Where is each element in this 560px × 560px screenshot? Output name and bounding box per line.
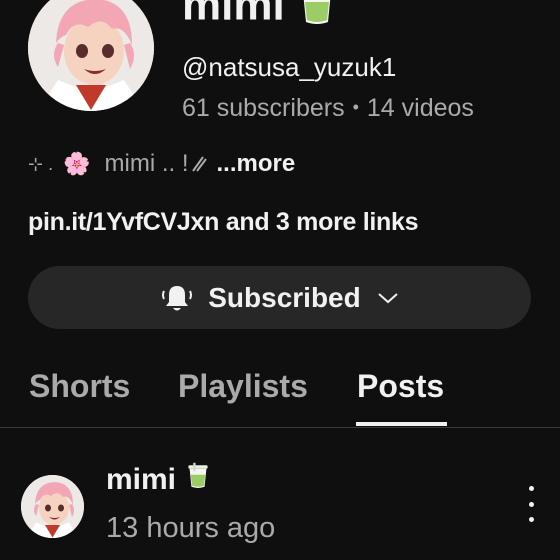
- post-author-name: mimi: [106, 463, 177, 496]
- anime-avatar-icon: [28, 0, 154, 111]
- bio-more-link[interactable]: ...more: [217, 150, 296, 178]
- post-author-avatar[interactable]: [21, 475, 84, 538]
- post-timestamp: 13 hours ago: [106, 512, 276, 544]
- tabs-divider: [0, 427, 560, 428]
- primary-link[interactable]: pin.it/1YvfCVJxn: [28, 208, 219, 236]
- tab-shorts[interactable]: Shorts: [29, 368, 130, 405]
- video-count: 14 videos: [366, 94, 474, 122]
- subscribed-label: Subscribed: [208, 281, 361, 313]
- channel-stats: 61 subscribers • 14 videos: [182, 94, 474, 123]
- kebab-dot: [528, 517, 534, 522]
- channel-links[interactable]: pin.it/1YvfCVJxn and 3 more links: [28, 208, 419, 237]
- chevron-down-icon: [377, 291, 399, 305]
- tab-posts[interactable]: Posts: [357, 368, 444, 405]
- kebab-dot: [528, 486, 534, 491]
- channel-name: mimi: [182, 0, 337, 34]
- subscribed-button[interactable]: Subscribed: [28, 266, 531, 329]
- channel-name-text: mimi: [182, 0, 285, 30]
- active-tab-indicator: [356, 422, 447, 426]
- post-author[interactable]: mimi: [106, 462, 210, 498]
- kebab-dot: [528, 501, 534, 507]
- cherry-blossom-icon: 🌸: [63, 151, 91, 176]
- bell-icon: [160, 281, 194, 315]
- channel-bio[interactable]: ⊹ . 🌸 mimi .. ! ...more: [28, 150, 295, 178]
- more-links-text[interactable]: and 3 more links: [219, 208, 419, 236]
- more-vert-icon[interactable]: [520, 486, 542, 522]
- slash-lines-icon: [191, 156, 207, 172]
- matcha-tea-icon: [297, 0, 337, 34]
- tab-playlists[interactable]: Playlists: [178, 368, 308, 405]
- bio-text: mimi .. !: [104, 150, 189, 177]
- channel-avatar[interactable]: [28, 0, 154, 111]
- subscriber-count: 61 subscribers: [182, 94, 345, 122]
- matcha-tea-icon: [186, 462, 210, 498]
- channel-handle: @natsusa_yuzuk1: [182, 52, 397, 82]
- stats-separator: •: [352, 97, 359, 117]
- anime-avatar-icon: [21, 475, 84, 538]
- sparkle-text: ⊹ .: [28, 153, 54, 174]
